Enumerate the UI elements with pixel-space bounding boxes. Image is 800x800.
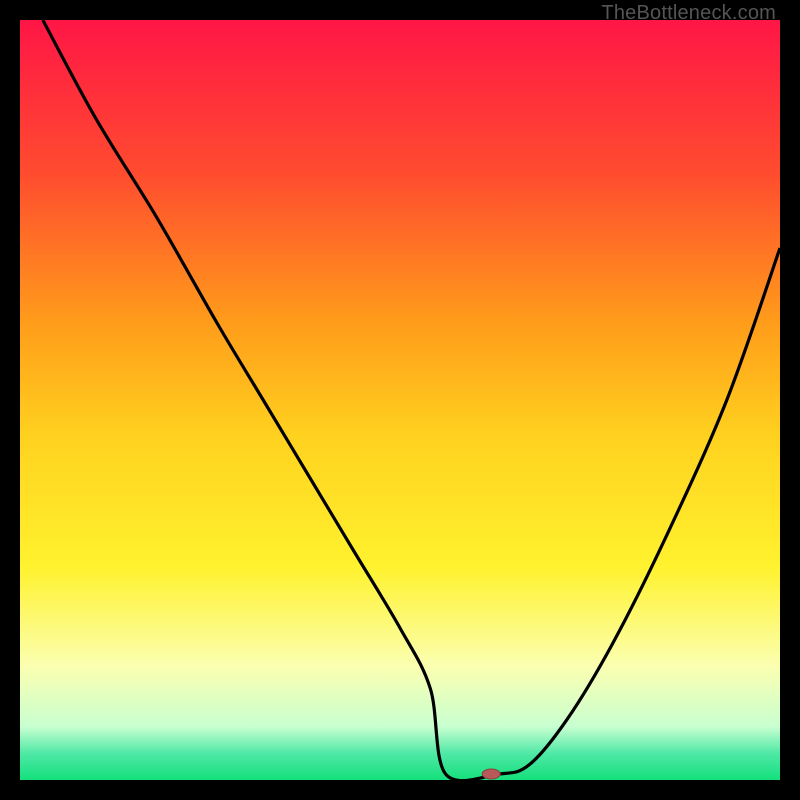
chart-frame <box>20 20 780 780</box>
optimum-marker <box>482 769 500 779</box>
watermark-text: TheBottleneck.com <box>601 2 776 25</box>
bottleneck-chart <box>20 20 780 780</box>
gradient-background <box>20 20 780 780</box>
